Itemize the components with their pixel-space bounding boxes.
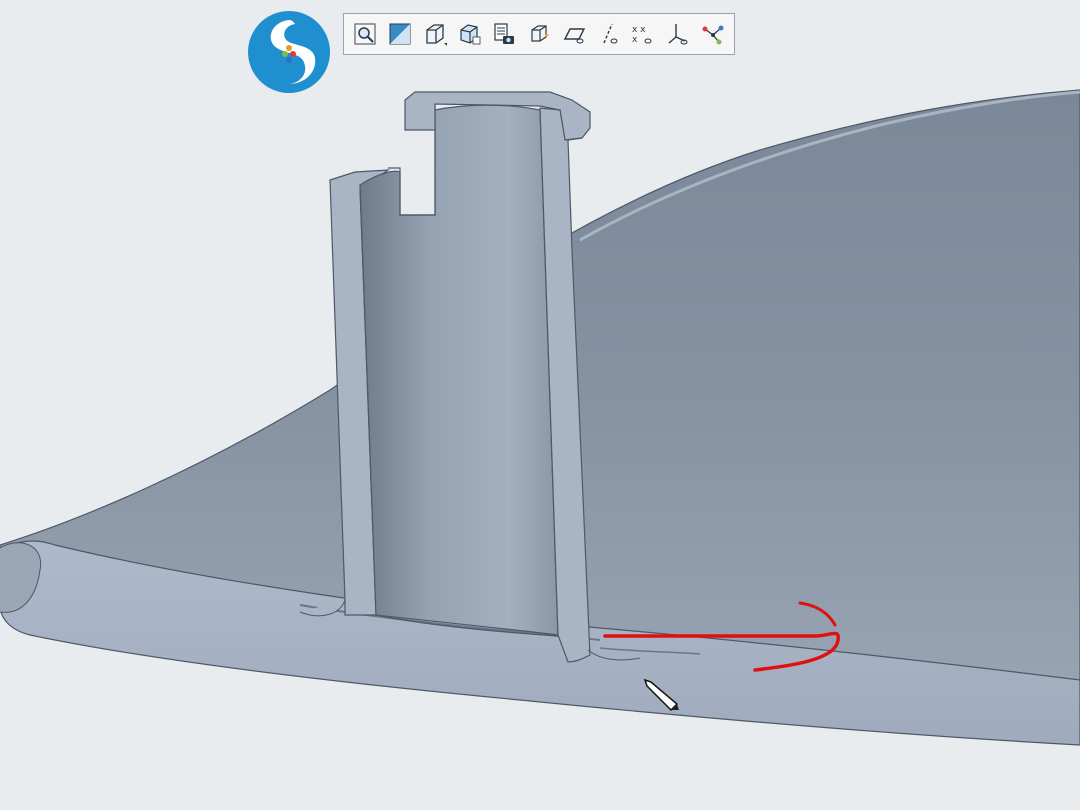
datum-axes-tool[interactable] [592, 17, 625, 51]
view-manager-tool[interactable] [488, 17, 521, 51]
spin-center-tool[interactable] [523, 17, 556, 51]
coordinate-systems-icon [668, 24, 688, 45]
refit-tool[interactable] [384, 17, 417, 51]
sectioned-part-model [0, 89, 1080, 746]
svg-text:x x: x x [632, 25, 646, 35]
datum-points-tool[interactable]: x x x [627, 17, 660, 51]
saved-orientations-tool[interactable] [453, 17, 486, 51]
model-viewport[interactable] [0, 0, 1080, 810]
graphics-toolbar: x x x [343, 13, 735, 55]
coordinate-systems-tool[interactable] [662, 17, 695, 51]
app-logo-icon [248, 11, 330, 93]
boss-bore [359, 104, 559, 636]
datum-planes-tool[interactable] [557, 17, 590, 51]
view-manager-icon [494, 23, 515, 44]
zoom-icon [354, 23, 376, 45]
datum-points-icon: x x x [632, 25, 652, 45]
svg-text:x: x [632, 35, 638, 45]
datum-planes-icon [563, 28, 585, 44]
display-style-tool[interactable] [418, 17, 451, 51]
zoom-tool[interactable] [349, 17, 382, 51]
pencil-cursor [641, 676, 685, 720]
spin-center-icon [531, 25, 550, 42]
refit-icon [389, 23, 411, 45]
annotation-display-tool[interactable] [696, 17, 729, 51]
annotation-display-icon [702, 25, 724, 45]
pencil-cursor-icon [643, 678, 679, 712]
datum-axes-icon [602, 23, 617, 44]
app-logo[interactable] [247, 10, 331, 94]
saved-orientations-icon [459, 24, 480, 45]
display-style-icon [426, 24, 447, 46]
